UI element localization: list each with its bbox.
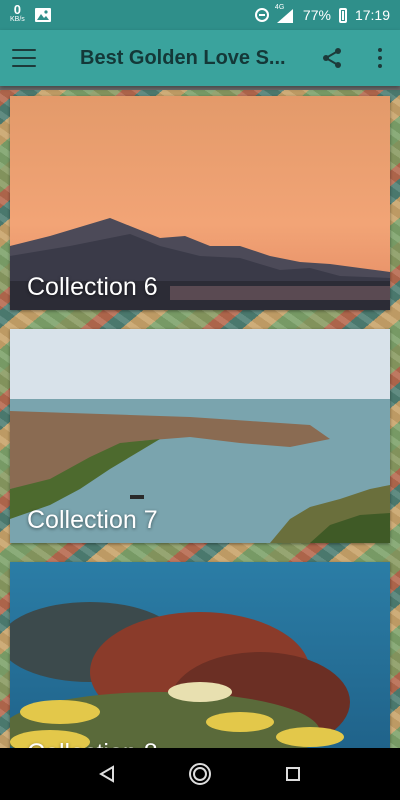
more-vert-icon[interactable] (378, 48, 384, 68)
back-triangle-icon[interactable] (95, 762, 119, 786)
app-title: Best Golden Love S... (80, 46, 286, 69)
network-type: 4G (274, 4, 285, 11)
status-bar: 0 KB/s 4G 77% 17:19 (0, 0, 400, 30)
net-speed-value: 0 (13, 2, 22, 17)
app-bar: Best Golden Love S... (0, 30, 400, 86)
clock: 17:19 (354, 7, 390, 23)
collection-card-7[interactable]: Collection 7 (10, 329, 390, 543)
battery-icon (338, 7, 347, 23)
net-speed: 0 KB/s (10, 2, 25, 25)
signal-icon: 4G (274, 4, 295, 23)
collection-card-6[interactable]: Collection 6 (10, 96, 390, 310)
hamburger-menu-icon[interactable] (12, 49, 36, 67)
dnd-icon (254, 8, 269, 22)
collection-7-label: Collection 7 (27, 506, 158, 534)
home-circle-icon[interactable] (188, 762, 212, 786)
battery-percent: 77% (302, 7, 331, 23)
collection-card-8[interactable]: Collection 8 (10, 562, 390, 776)
system-nav-bar (0, 748, 400, 800)
collection-6-label: Collection 6 (27, 273, 158, 301)
share-icon[interactable] (320, 46, 344, 70)
image-notification-icon (34, 8, 51, 22)
net-speed-unit: KB/s (10, 16, 25, 23)
recents-square-icon[interactable] (281, 762, 305, 786)
